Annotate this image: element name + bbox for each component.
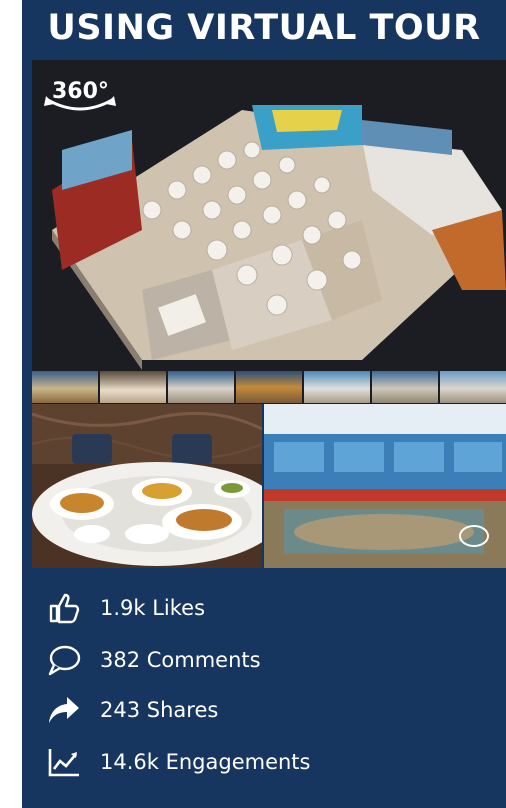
thumbnail-1[interactable] [32,371,98,403]
rotate-360-icon: 360° [44,79,116,111]
thumbnail-4[interactable] [236,371,302,403]
svg-text:360°: 360° [52,79,109,104]
aquarium-tank-photo [264,404,506,568]
dining-table-photo [32,404,262,568]
stat-likes: 1.9k Likes [44,590,484,626]
stat-comments: 382 Comments [44,642,484,678]
thumbnail-3[interactable] [168,371,234,403]
stat-engagements: 14.6k Engagements [44,744,484,780]
thumbnail-2[interactable] [100,371,166,403]
share-arrow-icon [44,693,84,727]
comments-count: 382 Comments [100,648,261,672]
page-title: USING VIRTUAL TOUR [47,8,481,48]
virtual-tour-dollhouse-view[interactable]: 360° [32,60,506,370]
likes-count: 1.9k Likes [100,596,206,620]
comment-icon [44,643,84,677]
thumbnail-7[interactable] [440,371,506,403]
tour-thumbnail-strip [32,370,506,404]
stat-shares: 243 Shares [44,692,484,728]
engagement-chart-icon [44,745,84,779]
thumbs-up-icon [44,591,84,625]
thumbnail-6[interactable] [372,371,438,403]
engagements-count: 14.6k Engagements [100,750,311,774]
thumbnail-5[interactable] [304,371,370,403]
shares-count: 243 Shares [100,698,219,722]
post-card: USING VIRTUAL TOUR 360° 1.9k Likes 382 C… [22,0,506,808]
